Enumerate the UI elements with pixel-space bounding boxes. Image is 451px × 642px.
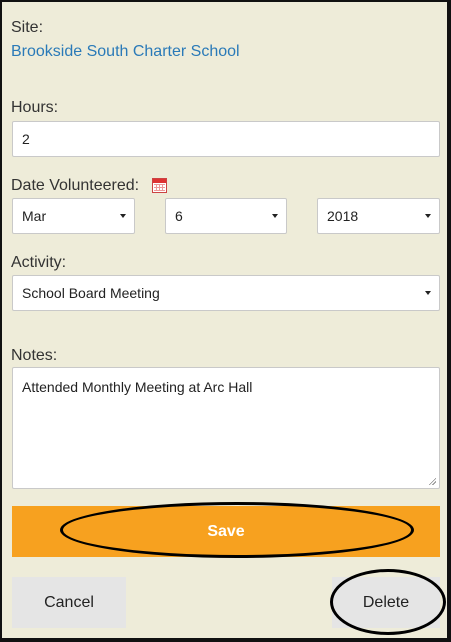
chevron-down-icon — [425, 214, 431, 218]
chevron-down-icon — [120, 214, 126, 218]
cancel-button[interactable]: Cancel — [12, 577, 126, 628]
day-select[interactable]: 6 — [165, 198, 287, 234]
hours-value: 2 — [22, 131, 30, 147]
hours-input[interactable]: 2 — [12, 121, 440, 157]
save-button[interactable]: Save — [12, 506, 440, 557]
activity-value: School Board Meeting — [22, 285, 160, 301]
resize-handle-icon[interactable] — [428, 477, 436, 485]
volunteer-form: Site: Brookside South Charter School Hou… — [0, 0, 451, 642]
hours-label: Hours: — [11, 99, 59, 116]
notes-label: Notes: — [11, 347, 58, 364]
year-value: 2018 — [327, 208, 359, 224]
activity-label: Activity: — [11, 254, 67, 271]
date-label: Date Volunteered: — [11, 177, 140, 194]
chevron-down-icon — [425, 291, 431, 295]
notes-textarea[interactable]: Attended Monthly Meeting at Arc Hall — [12, 367, 440, 489]
chevron-down-icon — [272, 214, 278, 218]
delete-button[interactable]: Delete — [332, 577, 440, 628]
year-select[interactable]: 2018 — [317, 198, 440, 234]
activity-select[interactable]: School Board Meeting — [12, 275, 440, 311]
month-select[interactable]: Mar — [12, 198, 135, 234]
day-value: 6 — [175, 208, 183, 224]
month-value: Mar — [22, 208, 47, 224]
calendar-icon[interactable] — [152, 178, 167, 193]
site-name-link[interactable]: Brookside South Charter School — [11, 43, 240, 61]
site-label: Site: — [11, 19, 44, 36]
notes-value: Attended Monthly Meeting at Arc Hall — [22, 379, 253, 395]
